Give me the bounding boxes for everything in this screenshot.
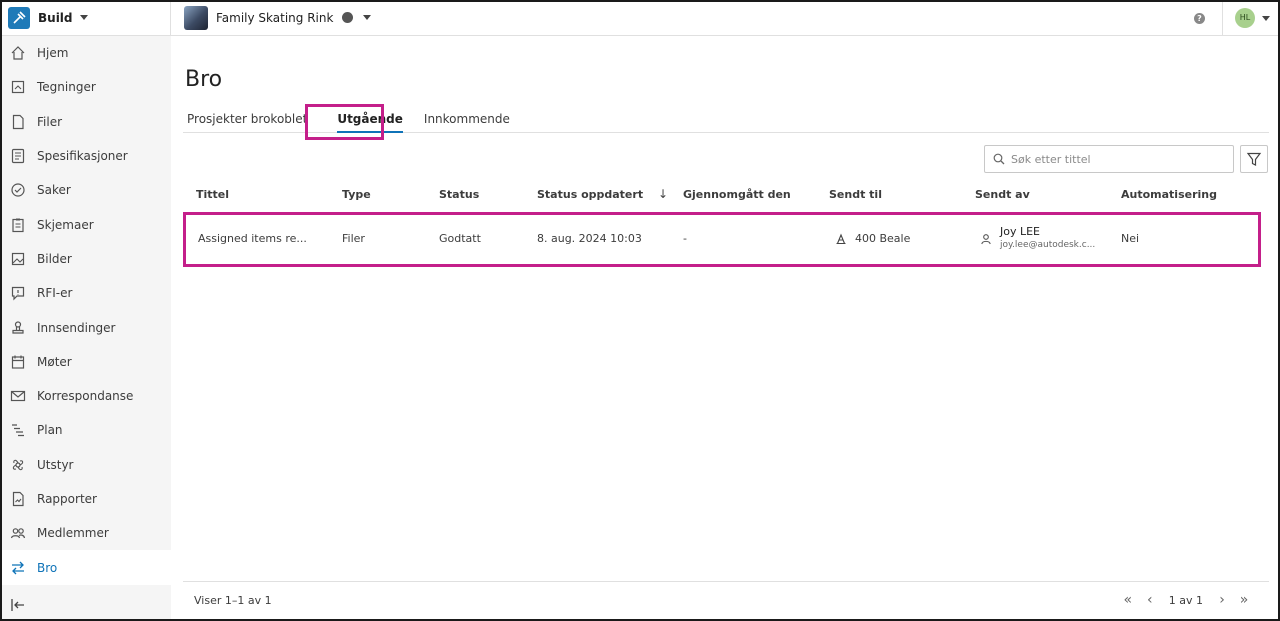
- column-header-sendt-til[interactable]: Sendt til: [829, 188, 882, 201]
- members-icon: [10, 525, 26, 541]
- specs-icon: [10, 148, 26, 164]
- sidebar-item-label: Bilder: [37, 251, 72, 266]
- row-highlight-annotation: [183, 212, 1261, 267]
- column-header-gjennomgatt[interactable]: Gjennomgått den: [683, 188, 791, 201]
- home-icon: [10, 45, 26, 61]
- next-page-icon[interactable]: ›: [1211, 592, 1233, 608]
- sidebar-item-label: Innsendinger: [37, 320, 116, 335]
- sidebar-item-label: Korrespondanse: [37, 389, 134, 404]
- sidebar-item-rfi[interactable]: RFI-er: [2, 276, 171, 310]
- photos-icon: [10, 251, 26, 267]
- main-content: Bro Prosjekter brokoblet Utgående Innkom…: [171, 36, 1278, 619]
- assets-icon: [10, 457, 26, 473]
- project-name: Family Skating Rink: [216, 10, 334, 25]
- search-input[interactable]: [1011, 152, 1221, 166]
- sidebar-item-label: Rapporter: [37, 492, 97, 506]
- sidebar-item-rapporter[interactable]: Rapporter: [2, 482, 171, 516]
- sidebar-item-bro[interactable]: Bro: [2, 550, 171, 585]
- tab-highlight-annotation: [305, 104, 384, 140]
- sidebar-item-label: Hjem: [37, 46, 69, 61]
- pagination: « ‹ 1 av 1 › »: [1117, 592, 1255, 608]
- schedule-icon: [10, 422, 26, 438]
- app-name: Build: [38, 10, 73, 25]
- table-header: Tittel Type Status Status oppdatert ↓ Gj…: [183, 181, 1269, 209]
- sidebar-item-medlemmer[interactable]: Medlemmer: [2, 516, 171, 550]
- project-thumbnail: [184, 5, 208, 30]
- divider: [1222, 0, 1223, 36]
- sidebar-item-skjemaer[interactable]: Skjemaer: [2, 207, 171, 241]
- search-icon: [993, 153, 1005, 165]
- table-footer: Viser 1–1 av 1 « ‹ 1 av 1 › »: [183, 581, 1269, 619]
- top-bar: Build Family Skating Rink ? HL: [0, 0, 1280, 36]
- sidebar-item-label: Saker: [37, 183, 71, 198]
- sidebar-item-utstyr[interactable]: Utstyr: [2, 448, 171, 482]
- tab-innkommende[interactable]: Innkommende: [420, 106, 514, 133]
- drawings-icon: [10, 79, 26, 95]
- search-box[interactable]: [984, 145, 1234, 173]
- chevron-down-icon: [363, 15, 372, 20]
- issues-icon: [10, 182, 26, 198]
- filter-button[interactable]: [1240, 145, 1268, 173]
- sidebar-item-label: Spesifikasjoner: [37, 149, 128, 164]
- globe-icon: [342, 12, 354, 23]
- last-page-icon[interactable]: »: [1233, 592, 1255, 608]
- sidebar-item-korrespondanse[interactable]: Korrespondanse: [2, 379, 171, 413]
- previous-page-icon[interactable]: ‹: [1139, 592, 1161, 608]
- chevron-down-icon[interactable]: [1262, 15, 1270, 21]
- tab-prosjekter-brokoblet[interactable]: Prosjekter brokoblet: [183, 106, 311, 133]
- sidebar-item-label: Medlemmer: [37, 526, 109, 541]
- column-header-tittel[interactable]: Tittel: [196, 188, 229, 201]
- chevron-down-icon: [79, 15, 88, 20]
- sidebar: Hjem Tegninger Filer Spesifikasjoner Sak…: [2, 36, 171, 619]
- sort-descending-icon[interactable]: ↓: [658, 187, 668, 201]
- pagination-info: Viser 1–1 av 1: [194, 594, 272, 607]
- sidebar-item-label: Filer: [37, 114, 63, 129]
- sidebar-item-tegninger[interactable]: Tegninger: [2, 70, 171, 104]
- user-avatar[interactable]: HL: [1235, 8, 1255, 28]
- submittals-icon: [10, 320, 26, 336]
- column-header-sendt-av[interactable]: Sendt av: [975, 188, 1030, 201]
- sidebar-item-hjem[interactable]: Hjem: [2, 36, 171, 70]
- collapse-sidebar-icon[interactable]: [10, 597, 26, 613]
- page-title: Bro: [185, 67, 223, 92]
- sidebar-item-label: Utstyr: [37, 457, 74, 472]
- sidebar-item-saker[interactable]: Saker: [2, 173, 171, 207]
- mail-icon: [10, 388, 26, 404]
- sidebar-item-label: RFI-er: [37, 286, 73, 301]
- column-header-automatisering[interactable]: Automatisering: [1121, 188, 1217, 201]
- rfi-icon: [10, 285, 26, 301]
- sidebar-item-label: Tegninger: [37, 80, 96, 95]
- sidebar-item-plan[interactable]: Plan: [2, 413, 171, 447]
- project-selector[interactable]: Family Skating Rink: [184, 5, 372, 30]
- page-indicator: 1 av 1: [1168, 593, 1203, 607]
- bridge-icon: [10, 560, 26, 576]
- sidebar-item-label: Møter: [37, 354, 72, 369]
- file-icon: [10, 114, 26, 130]
- build-logo-icon: [8, 6, 30, 29]
- sidebar-item-spesifikasjoner[interactable]: Spesifikasjoner: [2, 139, 171, 173]
- reports-icon: [10, 491, 26, 507]
- app-switcher[interactable]: Build: [0, 0, 171, 36]
- sidebar-item-filer[interactable]: Filer: [2, 105, 171, 139]
- column-header-status-oppdatert[interactable]: Status oppdatert: [537, 188, 643, 201]
- sidebar-item-innsendinger[interactable]: Innsendinger: [2, 310, 171, 344]
- column-header-type[interactable]: Type: [342, 188, 371, 201]
- filter-icon: [1246, 152, 1262, 166]
- sidebar-item-label: Bro: [37, 560, 58, 575]
- sidebar-item-label: Plan: [37, 423, 63, 438]
- forms-icon: [10, 217, 26, 233]
- help-icon[interactable]: ?: [1194, 12, 1205, 24]
- first-page-icon[interactable]: «: [1117, 592, 1139, 608]
- column-header-status[interactable]: Status: [439, 188, 479, 201]
- meetings-icon: [10, 354, 26, 370]
- sidebar-item-moter[interactable]: Møter: [2, 345, 171, 379]
- sidebar-item-bilder[interactable]: Bilder: [2, 242, 171, 276]
- sidebar-item-label: Skjemaer: [37, 217, 94, 232]
